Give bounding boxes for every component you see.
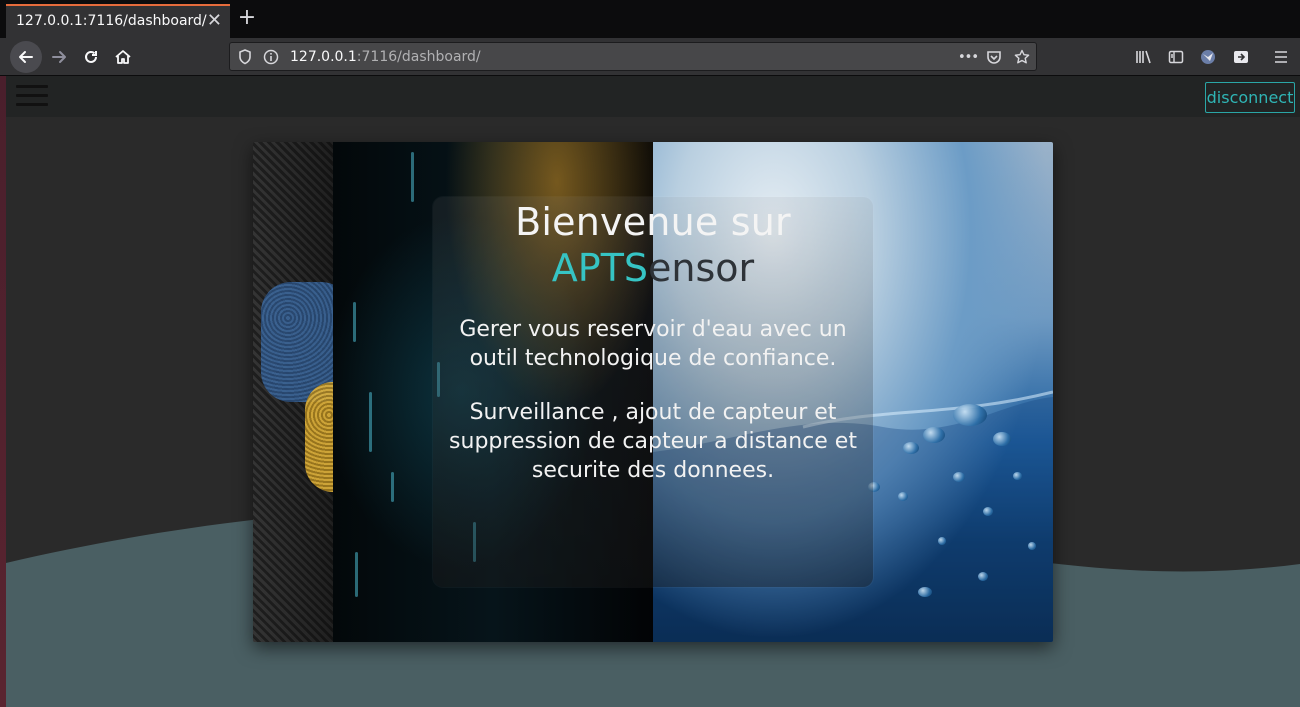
welcome-title: Bienvenue sur (515, 200, 791, 244)
bookmark-star-icon[interactable] (1013, 48, 1031, 66)
extension-icon[interactable] (1197, 46, 1219, 68)
library-icon[interactable] (1133, 46, 1155, 68)
back-button[interactable] (10, 41, 42, 73)
hamburger-icon[interactable] (16, 85, 48, 107)
sidebar-icon[interactable] (1165, 46, 1187, 68)
shield-icon[interactable] (236, 48, 254, 66)
tab-title: 127.0.0.1:7116/dashboard/ (16, 13, 207, 29)
top-navigation (6, 76, 1300, 117)
browser-tab-strip: 127.0.0.1:7116/dashboard/ ✕ + (0, 0, 1300, 38)
url-path: :7116/dashboard/ (356, 49, 481, 65)
hero-description-1: Gerer vous reservoir d'eau avec un outil… (459, 317, 847, 371)
info-icon[interactable] (262, 48, 280, 66)
new-tab-button[interactable]: + (236, 6, 258, 32)
active-tab[interactable]: 127.0.0.1:7116/dashboard/ ✕ (6, 4, 230, 38)
close-tab-icon[interactable]: ✕ (207, 11, 222, 31)
url-host: 127.0.0.1 (290, 49, 357, 65)
reload-button[interactable] (75, 41, 107, 73)
brand-name-accent: APTS (551, 246, 649, 290)
brand-name-rest: ensor (648, 246, 755, 290)
forward-button[interactable] (43, 41, 75, 73)
page-viewport: disconnect Bienvenue sur APTSensor Gerer… (0, 76, 1300, 707)
menu-icon[interactable] (1270, 46, 1292, 68)
arrow-left-icon (19, 51, 33, 63)
page-actions-icon[interactable]: ••• (957, 48, 979, 66)
brand-name: APTSensor (433, 246, 873, 290)
welcome-hero: Bienvenue sur APTSensor Gerer vous reser… (253, 142, 1053, 642)
hero-description-2: Surveillance , ajout de capteur et suppr… (449, 400, 857, 483)
home-icon (115, 50, 131, 64)
address-bar[interactable]: 127.0.0.1:7116/dashboard/ ••• (229, 42, 1037, 71)
container-tab-icon[interactable] (1230, 46, 1252, 68)
pocket-icon[interactable] (985, 48, 1003, 66)
browser-toolbar: 127.0.0.1:7116/dashboard/ ••• (0, 38, 1300, 76)
arrow-right-icon (52, 51, 66, 63)
disconnect-button[interactable]: disconnect (1205, 82, 1295, 113)
home-button[interactable] (107, 41, 139, 73)
url-text[interactable]: 127.0.0.1:7116/dashboard/ (290, 49, 481, 65)
reload-icon (85, 50, 97, 63)
